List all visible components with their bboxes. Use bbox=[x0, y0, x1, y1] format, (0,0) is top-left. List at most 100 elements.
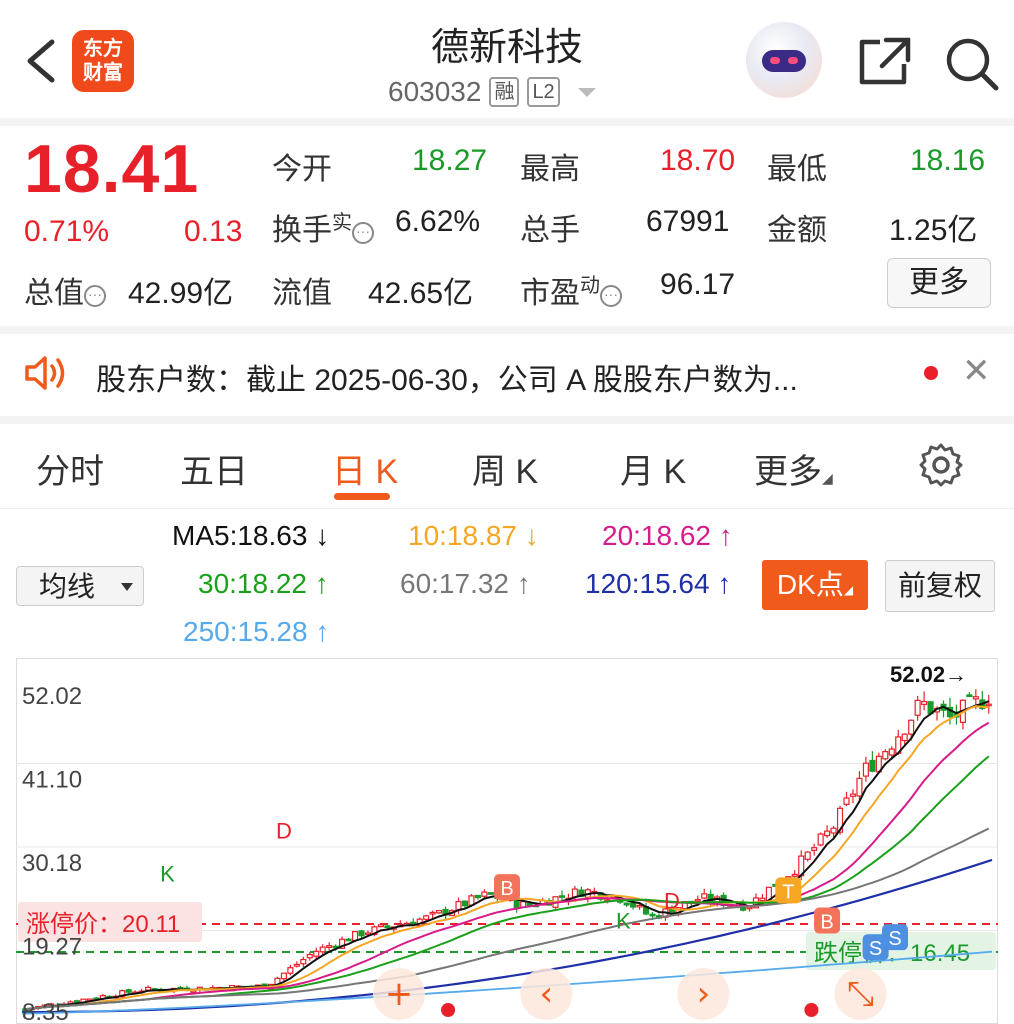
scroll-right-icon-glyph: › bbox=[697, 974, 711, 1014]
high-value: 18.70 bbox=[660, 144, 736, 177]
signal-label: S bbox=[869, 938, 882, 960]
y-tick-label: 41.10 bbox=[22, 767, 82, 794]
unread-dot bbox=[924, 366, 938, 380]
ma30-value: 30:18.22 ↑ bbox=[198, 568, 329, 599]
divider bbox=[0, 118, 1014, 126]
candle-up bbox=[701, 893, 708, 899]
change-amount: 0.13 bbox=[184, 215, 243, 248]
candle-down bbox=[384, 925, 391, 929]
candle-up bbox=[901, 733, 908, 742]
candle-up bbox=[824, 830, 831, 837]
level2-tag: L2 bbox=[527, 77, 560, 107]
gear-icon[interactable] bbox=[918, 442, 964, 488]
turnover-sup: 实 bbox=[332, 212, 352, 234]
market-cap: 42.99亿 bbox=[128, 277, 234, 310]
amount-value: 1.25亿 bbox=[889, 214, 978, 247]
pe-label: 市盈动 ··· bbox=[520, 268, 622, 312]
speaker-icon bbox=[25, 356, 65, 390]
candle-up bbox=[908, 719, 915, 735]
candle-up bbox=[190, 990, 197, 993]
turnover-value: 6.62% bbox=[395, 205, 481, 238]
share-icon[interactable] bbox=[856, 36, 912, 88]
tab-five-day[interactable]: 五日 bbox=[180, 444, 248, 493]
tab-intraday[interactable]: 分时 bbox=[36, 444, 104, 493]
candle-down bbox=[125, 989, 132, 993]
divider bbox=[0, 416, 1014, 424]
corner-triangle-icon: ◢ bbox=[822, 470, 833, 486]
candle-up bbox=[972, 696, 979, 700]
signal-label: K bbox=[160, 862, 175, 887]
pe-label-text: 市盈 bbox=[520, 277, 580, 310]
chevron-down-icon bbox=[121, 583, 133, 591]
candle-up bbox=[811, 847, 818, 851]
change-percent: 0.71% bbox=[24, 215, 110, 248]
ma120-value: 120:15.64 ↑ bbox=[585, 568, 732, 599]
candle-up bbox=[423, 915, 430, 920]
low-value: 18.16 bbox=[910, 144, 986, 177]
news-ticker[interactable]: 股东户数：截止 2025-06-30，公司 A 股股东户数为... bbox=[96, 355, 798, 399]
more-button[interactable]: 更多 bbox=[887, 258, 991, 308]
signal-label: T bbox=[782, 881, 794, 903]
tab-weekly-k[interactable]: 周 K bbox=[472, 444, 538, 493]
candle-up bbox=[759, 897, 766, 902]
chevron-down-icon bbox=[577, 87, 596, 97]
candle-up bbox=[300, 958, 307, 965]
pe-value: 96.17 bbox=[660, 268, 736, 301]
forward-adjust-button[interactable]: 前复权 bbox=[885, 560, 995, 612]
ma250-value: 250:15.28 ↑ bbox=[183, 616, 330, 647]
margin-tag: 融 bbox=[489, 77, 520, 107]
candle-up bbox=[326, 945, 333, 948]
candle-up bbox=[280, 972, 287, 980]
last-price: 18.41 bbox=[24, 131, 200, 207]
search-icon[interactable] bbox=[944, 36, 1000, 92]
tab-monthly-k[interactable]: 月 K bbox=[620, 444, 686, 493]
candle-down bbox=[474, 894, 481, 899]
candle-up bbox=[856, 777, 863, 797]
y-tick-label: 19.27 bbox=[22, 933, 82, 960]
info-dots-icon[interactable]: ··· bbox=[352, 222, 374, 244]
candle-down bbox=[526, 902, 533, 906]
tab-more[interactable]: 更多◢ bbox=[754, 444, 833, 493]
open-label: 今开 bbox=[272, 153, 332, 186]
low-label: 最低 bbox=[767, 153, 827, 186]
volume-label: 总手 bbox=[520, 214, 580, 247]
candle-up bbox=[636, 904, 643, 908]
assistant-robot-icon[interactable] bbox=[746, 22, 822, 98]
info-dots-icon[interactable]: ··· bbox=[600, 285, 622, 307]
candle-up bbox=[377, 924, 384, 928]
candle-up bbox=[306, 953, 313, 959]
header: 东方 财富 德新科技 603032 融 L2 bbox=[0, 0, 1014, 118]
candle-up bbox=[694, 899, 701, 902]
tab-daily-k[interactable]: 日 K bbox=[332, 444, 398, 493]
stock-code-row[interactable]: 603032 融 L2 bbox=[388, 76, 596, 108]
candle-up bbox=[882, 751, 889, 760]
signal-label: K bbox=[616, 908, 631, 933]
y-tick-label: 8.35 bbox=[22, 999, 69, 1024]
ma-selector[interactable]: 均线 bbox=[16, 566, 144, 606]
candle-down bbox=[345, 938, 352, 942]
max-price-label: 52.02→ bbox=[890, 662, 967, 687]
zoom-in-icon-glyph: + bbox=[385, 974, 414, 1014]
divider bbox=[0, 326, 1014, 334]
active-tab-indicator bbox=[334, 493, 390, 500]
close-icon[interactable]: ✕ bbox=[962, 354, 991, 388]
dk-point-button[interactable]: DK点◢ bbox=[762, 560, 868, 610]
candle-down bbox=[649, 913, 656, 917]
candle-up bbox=[571, 888, 578, 898]
candle-up bbox=[862, 762, 869, 777]
candle-up bbox=[351, 930, 359, 942]
kline-chart[interactable]: 涨停价：20.11跌停价：16.45 BBS STDDKK+ ‹ › ⤡ 52.0241… bbox=[16, 658, 998, 1024]
event-dot bbox=[804, 1003, 819, 1017]
float-cap-label: 流值 bbox=[272, 277, 332, 310]
candle-up bbox=[921, 700, 928, 705]
info-dots-icon[interactable]: ··· bbox=[84, 285, 106, 307]
candle-down bbox=[869, 759, 876, 772]
candle-up bbox=[429, 911, 436, 915]
candle-up bbox=[843, 797, 850, 805]
turnover-label-text: 换手 bbox=[272, 214, 332, 247]
candle-up bbox=[985, 703, 992, 707]
signal-label: D bbox=[664, 888, 680, 913]
candle-down bbox=[966, 694, 973, 698]
ma5-value: MA5:18.63 ↓ bbox=[172, 520, 330, 551]
corner-triangle-icon: ◢ bbox=[843, 583, 854, 597]
